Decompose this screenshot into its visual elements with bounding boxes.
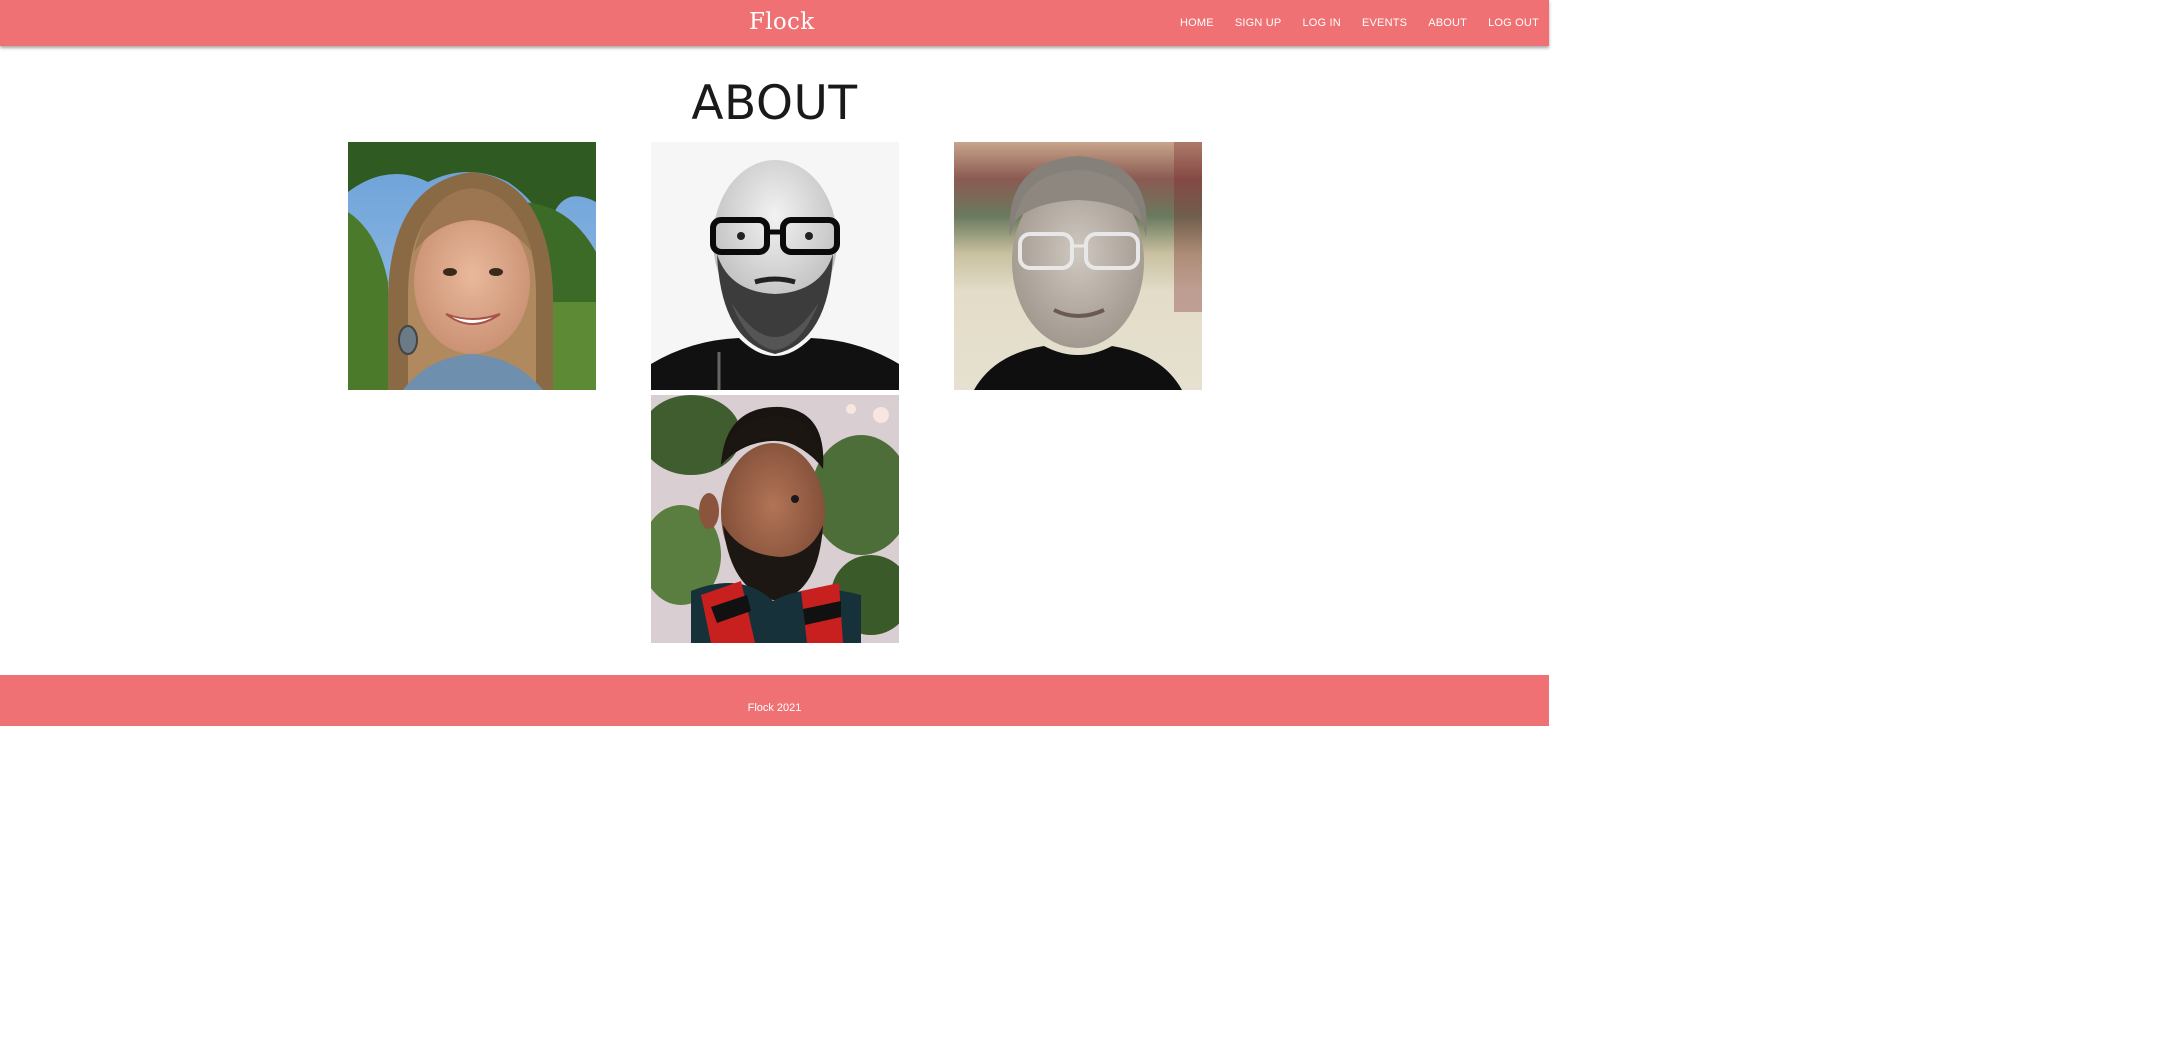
team-photo-4-image bbox=[651, 395, 899, 643]
nav-sign-up[interactable]: SIGN UP bbox=[1235, 17, 1282, 29]
brand-logo[interactable]: Flock bbox=[749, 9, 814, 35]
team-photo-2 bbox=[651, 142, 899, 390]
site-footer: Flock 2021 bbox=[0, 675, 1549, 726]
team-photo-3-image bbox=[954, 142, 1202, 390]
nav-log-in[interactable]: LOG IN bbox=[1302, 17, 1341, 29]
main-nav: HOME SIGN UP LOG IN EVENTS ABOUT LOG OUT bbox=[1180, 17, 1539, 29]
nav-about[interactable]: ABOUT bbox=[1428, 17, 1467, 29]
nav-events[interactable]: EVENTS bbox=[1362, 17, 1407, 29]
team-photo-4 bbox=[651, 395, 899, 643]
team-photo-1-image bbox=[348, 142, 596, 390]
nav-log-out[interactable]: LOG OUT bbox=[1488, 17, 1539, 29]
page-title: ABOUT bbox=[691, 76, 858, 131]
site-header: Flock HOME SIGN UP LOG IN EVENTS ABOUT L… bbox=[0, 0, 1549, 46]
team-photo-3 bbox=[954, 142, 1202, 390]
team-photo-2-image bbox=[651, 142, 899, 390]
page: Flock HOME SIGN UP LOG IN EVENTS ABOUT L… bbox=[0, 0, 2184, 1043]
team-photo-1 bbox=[348, 142, 596, 390]
nav-home[interactable]: HOME bbox=[1180, 17, 1214, 29]
footer-copyright: Flock 2021 bbox=[747, 702, 802, 714]
